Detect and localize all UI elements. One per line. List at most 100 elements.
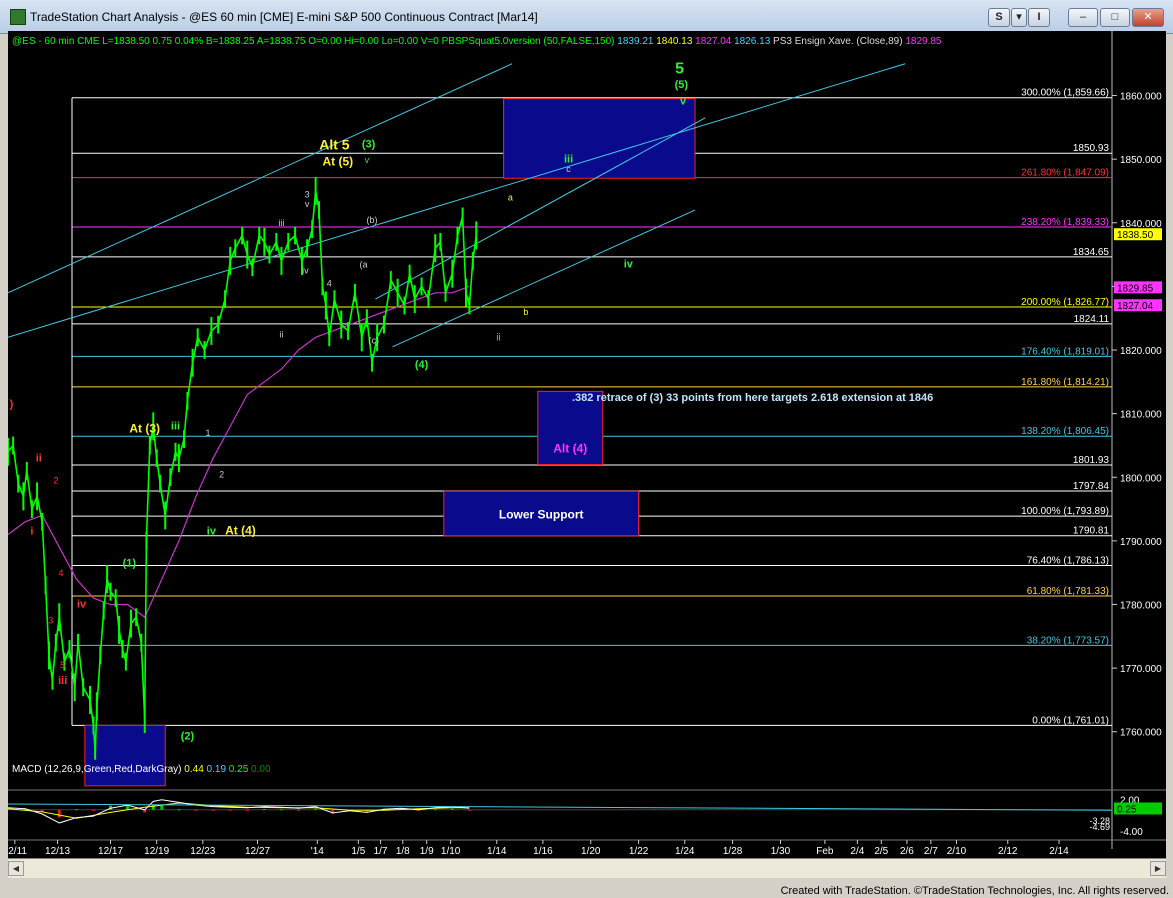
macd-level-label: -4.69	[1089, 822, 1110, 832]
target-boxes: Alt (4) Lower Support	[84, 98, 696, 787]
dropdown-button[interactable]: ▾	[1011, 8, 1027, 27]
fib-label: 1797.84	[1073, 481, 1110, 492]
header-text: @ES - 60 min CME L=1838.50 0.75 0.04% B=…	[12, 36, 942, 47]
y-tick-label: 1760.000	[1120, 728, 1162, 739]
wave-label: v	[680, 95, 687, 107]
horizontal-scrollbar[interactable]: ◀ ▶	[8, 858, 1166, 878]
wave-label: a	[508, 193, 513, 203]
x-tick-label: 2/6	[900, 846, 914, 857]
box-label: Lower Support	[499, 508, 584, 522]
wave-label: (1)	[123, 557, 137, 569]
wave-label: (c)	[368, 336, 379, 346]
macd-hist-bar	[194, 809, 198, 811]
wave-label: (3)	[362, 139, 376, 151]
scroll-right-icon[interactable]: ▶	[1150, 861, 1166, 876]
macd-hist-bar	[211, 809, 215, 811]
macd-hist-bar	[450, 808, 454, 810]
y-tick-label: 1820.000	[1120, 346, 1162, 357]
x-tick-label: 2/14	[1049, 846, 1069, 857]
macd-value: 0.19	[204, 764, 227, 775]
time-axis: 12/11 12/13 12/17 12/19 12/23 12/27 '14 1/5 1/7 1…	[8, 840, 1069, 857]
x-tick-label: '14	[311, 846, 324, 857]
x-tick-label: 12/13	[45, 846, 70, 857]
macd-hist-bar	[74, 809, 78, 811]
y-tick-label: 1780.000	[1120, 601, 1162, 612]
fib-label: 138.20% (1,806.45)	[1021, 426, 1109, 437]
x-tick-label: 1/16	[533, 846, 553, 857]
wave-label: .382 retrace of (3) 33 points from here …	[572, 392, 933, 404]
header-item: 1840.13	[653, 36, 692, 47]
x-tick-label: 2/12	[998, 846, 1018, 857]
fib-label: 38.20% (1,773.57)	[1027, 635, 1109, 646]
header-item: 1827.04	[692, 36, 731, 47]
macd-tick-label: -4.00	[1120, 827, 1143, 838]
wave-label: (4)	[415, 359, 429, 371]
fib-label: 161.80% (1,814.21)	[1021, 377, 1109, 388]
x-tick-label: 12/19	[144, 846, 169, 857]
wave-label: c	[566, 164, 571, 174]
fib-label: 1850.93	[1073, 143, 1110, 154]
x-tick-label: 1/5	[351, 846, 365, 857]
y-tick-label: 1840.000	[1120, 219, 1162, 230]
price-tag-label: 1829.85	[1117, 283, 1154, 294]
header-item: @ES - 60 min CME L=1838.50 0.75 0.04% B=…	[12, 36, 615, 47]
wave-label: At (3)	[129, 422, 160, 436]
y-tick-label: 1810.000	[1120, 410, 1162, 421]
maximize-button[interactable]: □	[1100, 8, 1130, 27]
minimize-button[interactable]: –	[1068, 8, 1098, 27]
chart-header: @ES - 60 min CME L=1838.50 0.75 0.04% B=…	[12, 36, 942, 47]
x-tick-label: 1/10	[441, 846, 461, 857]
x-tick-label: Feb	[816, 846, 834, 857]
wave-label: 4	[327, 278, 332, 288]
wave-label: ii	[36, 452, 42, 464]
macd-hist-bar	[57, 809, 61, 818]
symbol-link-button[interactable]: S	[988, 8, 1010, 27]
x-tick-label: 12/27	[245, 846, 270, 857]
x-tick-label: 1/24	[675, 846, 695, 857]
ma-line	[8, 285, 470, 619]
x-tick-label: 1/14	[487, 846, 507, 857]
wave-label: ii	[496, 332, 500, 343]
wave-label: (b)	[367, 215, 378, 225]
price-tag-label: 1827.04	[1117, 301, 1154, 312]
fib-label: 1834.65	[1073, 247, 1110, 258]
channel-line	[392, 209, 696, 348]
wave-label: At (4)	[225, 524, 256, 538]
wave-label: b	[523, 307, 528, 317]
price-tags: 1838.50 1829.85 1827.04	[1114, 228, 1162, 312]
macd-value: 0.25	[226, 764, 249, 775]
x-tick-label: 1/20	[581, 846, 601, 857]
fib-label: 1801.93	[1073, 455, 1110, 466]
fib-label: 176.40% (1,819.01)	[1021, 346, 1109, 357]
close-button[interactable]: ✕	[1132, 8, 1164, 27]
wave-label: (5)	[675, 79, 689, 91]
target-box	[503, 98, 696, 179]
info-button[interactable]: I	[1028, 8, 1050, 27]
box-label: Alt (4)	[553, 442, 587, 456]
chart-area[interactable]: @ES - 60 min CME L=1838.50 0.75 0.04% B=…	[8, 31, 1166, 878]
x-tick-label: 2/7	[924, 846, 938, 857]
wave-label: iv	[302, 266, 309, 276]
y-tick-label: 1860.000	[1120, 92, 1162, 103]
channel-lines	[8, 63, 906, 348]
wave-label: iii	[58, 675, 67, 687]
y-tick-label: 1850.000	[1120, 155, 1162, 166]
price-line	[8, 190, 478, 751]
price-chart[interactable]: @ES - 60 min CME L=1838.50 0.75 0.04% B=…	[8, 31, 1166, 858]
fib-label: 76.40% (1,786.13)	[1027, 556, 1109, 567]
wave-label: ii	[279, 329, 283, 339]
scroll-left-icon[interactable]: ◀	[8, 861, 24, 876]
macd-value: 0.44	[182, 764, 205, 775]
header-item: PS3 Ensign Xave. (Close,89)	[770, 36, 902, 47]
wave-label: 5	[60, 660, 65, 670]
wave-label: Alt 5	[319, 137, 350, 153]
wave-label: 3	[48, 616, 53, 626]
wave-label: iv	[207, 526, 217, 538]
wave-label: 4	[58, 568, 63, 578]
macd-header: MACD (12,26,9,Green,Red,DarkGray) 0.44 0…	[12, 764, 271, 775]
x-tick-label: 2/10	[947, 846, 967, 857]
x-tick-label: 1/28	[723, 846, 743, 857]
x-tick-label: 12/17	[98, 846, 123, 857]
macd-hist-bar	[177, 809, 181, 811]
price-tag-label: 1838.50	[1117, 230, 1154, 241]
